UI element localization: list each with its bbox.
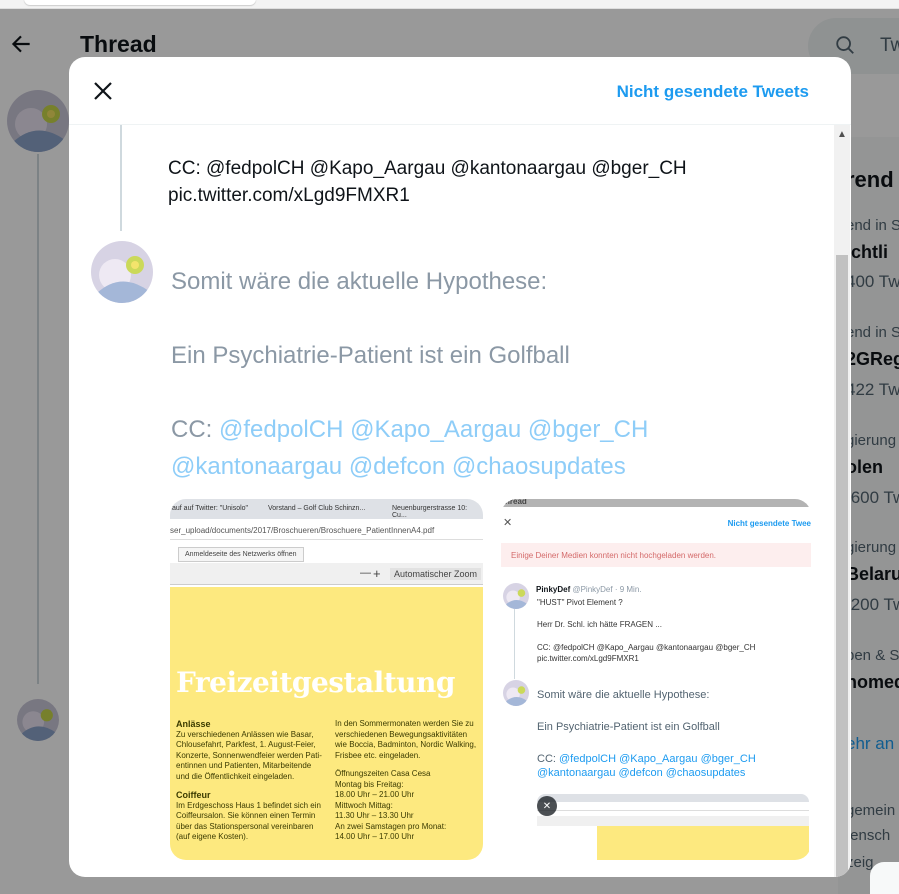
brochure-heading: Coiffeur bbox=[176, 790, 211, 800]
brochure-text: Im Erdgeschoss Haus 1 befindet sich ein … bbox=[176, 800, 321, 842]
floating-button[interactable] bbox=[870, 862, 899, 894]
browser-tab-strip bbox=[0, 0, 899, 9]
zoom-select: Automatischer Zoom bbox=[390, 568, 482, 580]
brochure-text: An zwei Samstagen pro Monat: bbox=[335, 821, 447, 831]
brochure-text: Öffnungszeiten Casa Cesa bbox=[335, 769, 431, 778]
screenshot-url: ser_upload/documents/2017/Broschueren/Br… bbox=[170, 520, 483, 540]
browser-tab[interactable] bbox=[24, 0, 256, 5]
author-handle: @PinkyDef · 9 Min. bbox=[572, 585, 642, 594]
screenshot-pdf-toolbar: — + Automatischer Zoom bbox=[170, 563, 483, 585]
zoom-out-icon: — bbox=[360, 567, 371, 579]
brochure-title: Freizeitgestaltung bbox=[176, 666, 455, 699]
thread-connector-line bbox=[514, 609, 515, 679]
brochure-heading: Anlässe bbox=[176, 719, 211, 729]
screenshot-text: Herr Dr. Schl. ich hätte FRAGEN ... bbox=[537, 620, 662, 629]
media-attachment[interactable]: auf auf Twitter: "Unisolo" Vorstand – Go… bbox=[170, 499, 483, 860]
close-icon bbox=[94, 82, 112, 100]
draft-tweet-text[interactable]: Somit wäre die aktuelle Hypothese: Ein P… bbox=[171, 263, 771, 485]
screenshot-network-button: Anmeldeseite des Netzwerks öffnen bbox=[178, 547, 304, 562]
unsent-tweet-modal: Nicht gesendete Tweets ▲ CC: @fedpolCH @… bbox=[69, 57, 851, 877]
screenshot-header: hread bbox=[501, 499, 811, 507]
draft-paragraph: Somit wäre die aktuelle Hypothese: bbox=[171, 268, 548, 295]
screenshot-tab: Vorstand – Golf Club Schinzn... bbox=[268, 505, 366, 512]
screenshot-error-banner: Einige Deiner Medien konnten nicht hochg… bbox=[501, 543, 811, 567]
brochure-text: Zu verschiedenen Anlässen wie Basar, Chl… bbox=[176, 729, 322, 781]
scroll-thumb[interactable] bbox=[836, 255, 848, 877]
modal-header: Nicht gesendete Tweets bbox=[69, 57, 851, 125]
brochure-left-column: Anlässe Zu verschiedenen Anlässen wie Ba… bbox=[176, 719, 326, 843]
avatar bbox=[503, 680, 529, 706]
screenshot-tab: Neuenburgerstrasse 10: Cu... bbox=[392, 505, 468, 519]
mention-link[interactable]: @kantonaargau @defcon @chaosupdates bbox=[171, 448, 771, 485]
nested-screenshot bbox=[537, 794, 809, 860]
screenshot-mentions: @fedpolCH @Kapo_Aargau @bger_CH bbox=[559, 753, 756, 765]
mention-link[interactable]: @fedpolCH @Kapo_Aargau @bger_CH bbox=[219, 416, 648, 443]
zoom-in-icon: + bbox=[373, 566, 381, 581]
remove-media-icon: ✕ bbox=[537, 796, 557, 816]
screenshot-tab-strip: auf auf Twitter: "Unisolo" Vorstand – Go… bbox=[170, 499, 483, 519]
brochure-right-column: In den Sommermonaten werden Sie zu versc… bbox=[335, 719, 480, 843]
brochure-page: Freizeitgestaltung Anlässe Zu verschiede… bbox=[170, 587, 483, 860]
screenshot-text: "HUST" Pivot Element ? bbox=[537, 598, 623, 607]
close-button[interactable] bbox=[87, 75, 119, 107]
media-attachment[interactable]: hread ✕ Nicht gesendete Twee Einige Dein… bbox=[501, 499, 811, 860]
scroll-up-arrow-icon[interactable]: ▲ bbox=[837, 129, 847, 140]
screenshot-mentions: @kantonaargau @defcon @chaosupdates bbox=[537, 767, 746, 779]
draft-avatar bbox=[91, 241, 153, 303]
brochure-text: 14.00 Uhr – 17.00 Uhr bbox=[335, 832, 415, 841]
brochure-text: 18.00 Uhr – 21.00 Uhr bbox=[335, 790, 415, 799]
previous-tweet-link[interactable]: pic.twitter.com/xLgd9FMXR1 bbox=[168, 182, 687, 209]
screenshot-tab: auf auf Twitter: "Unisolo" bbox=[172, 505, 249, 512]
screenshot-draft-text: Somit wäre die aktuelle Hypothese: bbox=[537, 689, 710, 701]
cc-prefix: CC: bbox=[171, 416, 219, 443]
brochure-text: Montag bis Freitag: bbox=[335, 779, 404, 789]
brochure-text: 11.30 Uhr – 13.30 Uhr bbox=[335, 811, 414, 820]
screenshot-draft-text: Ein Psychiatrie-Patient ist ein Golfball bbox=[537, 721, 720, 733]
previous-tweet-mentions: CC: @fedpolCH @Kapo_Aargau @kantonaargau… bbox=[168, 158, 687, 179]
previous-tweet-text: CC: @fedpolCH @Kapo_Aargau @kantonaargau… bbox=[168, 155, 687, 209]
screenshot-title: hread bbox=[505, 499, 527, 506]
brochure-text: In den Sommermonaten werden Sie zu versc… bbox=[335, 719, 477, 760]
screenshot-author: PinkyDef @PinkyDef · 9 Min. bbox=[536, 585, 642, 594]
avatar bbox=[503, 583, 529, 609]
screenshot-text: CC: @fedpolCH @Kapo_Aargau @kantonaargau… bbox=[537, 643, 756, 652]
thread-connector-line bbox=[120, 125, 122, 231]
cc-prefix: CC: bbox=[537, 753, 559, 765]
modal-scrollbar[interactable]: ▲ bbox=[834, 125, 850, 877]
close-icon: ✕ bbox=[503, 517, 513, 529]
screenshot-text: pic.twitter.com/xLgd9FMXR1 bbox=[537, 654, 639, 663]
draft-mentions: CC: @fedpolCH @Kapo_Aargau @bger_CH bbox=[171, 411, 771, 448]
unsent-tweets-link[interactable]: Nicht gesendete Tweets bbox=[617, 82, 809, 102]
brochure-text: Mittwoch Mittag: bbox=[335, 800, 393, 810]
screenshot-unsent-link: Nicht gesendete Twee bbox=[727, 519, 811, 528]
draft-paragraph: Ein Psychiatrie-Patient ist ein Golfball bbox=[171, 342, 570, 369]
author-name: PinkyDef bbox=[536, 585, 571, 594]
